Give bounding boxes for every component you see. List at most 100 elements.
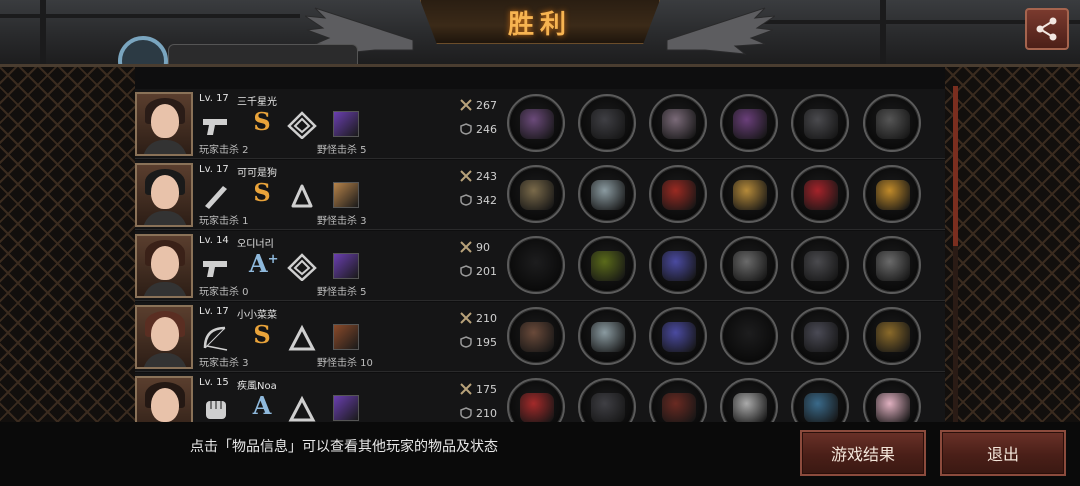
equipment-slot[interactable] — [649, 94, 707, 152]
player-row[interactable]: Lv. 17 可可是狗 S 玩家击杀 1 野怪击杀 3 243 342 — [135, 160, 945, 230]
victory-title: 胜利 — [507, 10, 572, 40]
equipment-slot[interactable] — [507, 378, 565, 425]
equipment-slot[interactable] — [507, 236, 565, 294]
equipment-slot[interactable] — [649, 307, 707, 365]
player-row[interactable]: Lv. 15 疾風Noa A 175 210 — [135, 373, 945, 425]
equipment-item-icon — [876, 251, 910, 281]
pistol-icon — [203, 261, 227, 277]
equipment-item-icon — [662, 109, 696, 139]
equipment-slot[interactable] — [578, 307, 636, 365]
equipment-item-icon — [804, 393, 838, 423]
equipment-slot[interactable] — [863, 94, 921, 152]
attack-value: 267 — [476, 99, 497, 112]
player-avatar[interactable] — [135, 92, 193, 156]
pet-icon[interactable] — [333, 395, 359, 421]
equipment-slot[interactable] — [720, 378, 778, 425]
attack-icon — [460, 170, 472, 182]
equipment-slot[interactable] — [863, 236, 921, 294]
player-level: Lv. 17 — [199, 306, 229, 317]
pistol-icon — [203, 119, 227, 135]
exit-button[interactable]: 退出 — [940, 430, 1066, 476]
attack-icon — [460, 99, 472, 111]
bat-icon — [205, 186, 227, 209]
equipment-item-icon — [876, 322, 910, 352]
player-level: Lv. 17 — [199, 93, 229, 104]
defense-value: 210 — [476, 407, 497, 420]
player-avatar[interactable] — [135, 376, 193, 425]
equipment-slot[interactable] — [507, 165, 565, 223]
equipment-slot[interactable] — [791, 236, 849, 294]
monster-kills: 野怪击杀 5 — [317, 287, 367, 298]
medal-icon — [118, 36, 168, 66]
equipment-slot[interactable] — [791, 165, 849, 223]
player-avatar[interactable] — [135, 305, 193, 369]
equipment-slot[interactable] — [578, 236, 636, 294]
equipment-item-icon — [804, 322, 838, 352]
equipment-slot[interactable] — [863, 165, 921, 223]
equipment-slot[interactable] — [507, 94, 565, 152]
defense-icon — [460, 123, 472, 135]
player-list[interactable]: Lv. 17 三千星光 S 玩家击杀 2 野怪击杀 5 267 246 Lv. 17 可可是狗 S… — [135, 89, 945, 425]
tier-emblem-icon — [287, 111, 317, 139]
rank-badge: S — [249, 107, 275, 136]
player-avatar[interactable] — [135, 234, 193, 298]
results-panel: Lv. 17 三千星光 S 玩家击杀 2 野怪击杀 5 267 246 Lv. 17 可可是狗 S… — [0, 64, 1080, 425]
defense-value: 201 — [476, 265, 497, 278]
equipment-slot[interactable] — [791, 307, 849, 365]
rank-letter: A — [249, 249, 268, 278]
game-results-button[interactable]: 游戏结果 — [800, 430, 926, 476]
rank-letter: A — [252, 391, 272, 420]
equipment-slot[interactable] — [578, 378, 636, 425]
rank-badge: A — [249, 391, 275, 420]
equipment-slot[interactable] — [791, 94, 849, 152]
equipment-slot[interactable] — [649, 165, 707, 223]
equipment-item-icon — [733, 251, 767, 281]
equipment-slot[interactable] — [649, 236, 707, 294]
equipment-slot[interactable] — [720, 307, 778, 365]
rank-letter: S — [253, 178, 271, 207]
equipment-slot[interactable] — [720, 94, 778, 152]
scrollbar-thumb[interactable] — [953, 86, 958, 246]
pet-icon[interactable] — [333, 111, 359, 137]
equipment-item-icon — [876, 109, 910, 139]
equipment-slot[interactable] — [720, 236, 778, 294]
equipment-item-icon — [804, 109, 838, 139]
equipment-slot[interactable] — [649, 378, 707, 425]
equipment-slot[interactable] — [791, 378, 849, 425]
player-row[interactable]: Lv. 14 오디너리 A+ 玩家击杀 0 野怪击杀 5 90 201 — [135, 231, 945, 301]
equipment-item-icon — [876, 180, 910, 210]
rank-badge: S — [249, 178, 275, 207]
player-level: Lv. 17 — [199, 164, 229, 175]
pet-icon[interactable] — [333, 182, 359, 208]
wing-emblem-right-icon — [666, 7, 775, 55]
rank-plus: + — [267, 252, 279, 267]
equipment-slot[interactable] — [578, 94, 636, 152]
attack-value: 175 — [476, 383, 497, 396]
equipment-slot[interactable] — [863, 307, 921, 365]
pet-icon[interactable] — [333, 253, 359, 279]
share-button[interactable] — [1025, 8, 1069, 50]
fist-icon — [206, 401, 226, 419]
attack-value: 210 — [476, 312, 497, 325]
equipment-item-icon — [591, 180, 625, 210]
equipment-item-icon — [662, 180, 696, 210]
monster-kills: 野怪击杀 10 — [317, 358, 373, 369]
player-kills: 玩家击杀 1 — [199, 216, 249, 227]
attack-value: 243 — [476, 170, 497, 183]
player-avatar[interactable] — [135, 163, 193, 227]
pet-icon[interactable] — [333, 324, 359, 350]
tier-emblem-icon — [288, 395, 316, 422]
rank-letter: S — [253, 320, 271, 349]
player-row[interactable]: Lv. 17 三千星光 S 玩家击杀 2 野怪击杀 5 267 246 — [135, 89, 945, 159]
rank-letter: S — [253, 107, 271, 136]
defense-icon — [460, 336, 472, 348]
share-icon — [1036, 17, 1057, 41]
equipment-item-icon — [876, 393, 910, 423]
equipment-slot[interactable] — [507, 307, 565, 365]
player-row[interactable]: Lv. 17 小小菜菜 S 玩家击杀 3 野怪击杀 10 210 195 — [135, 302, 945, 372]
equipment-item-icon — [591, 393, 625, 423]
player-name: 오디너리 — [237, 239, 274, 250]
equipment-slot[interactable] — [863, 378, 921, 425]
equipment-slot[interactable] — [578, 165, 636, 223]
equipment-slot[interactable] — [720, 165, 778, 223]
